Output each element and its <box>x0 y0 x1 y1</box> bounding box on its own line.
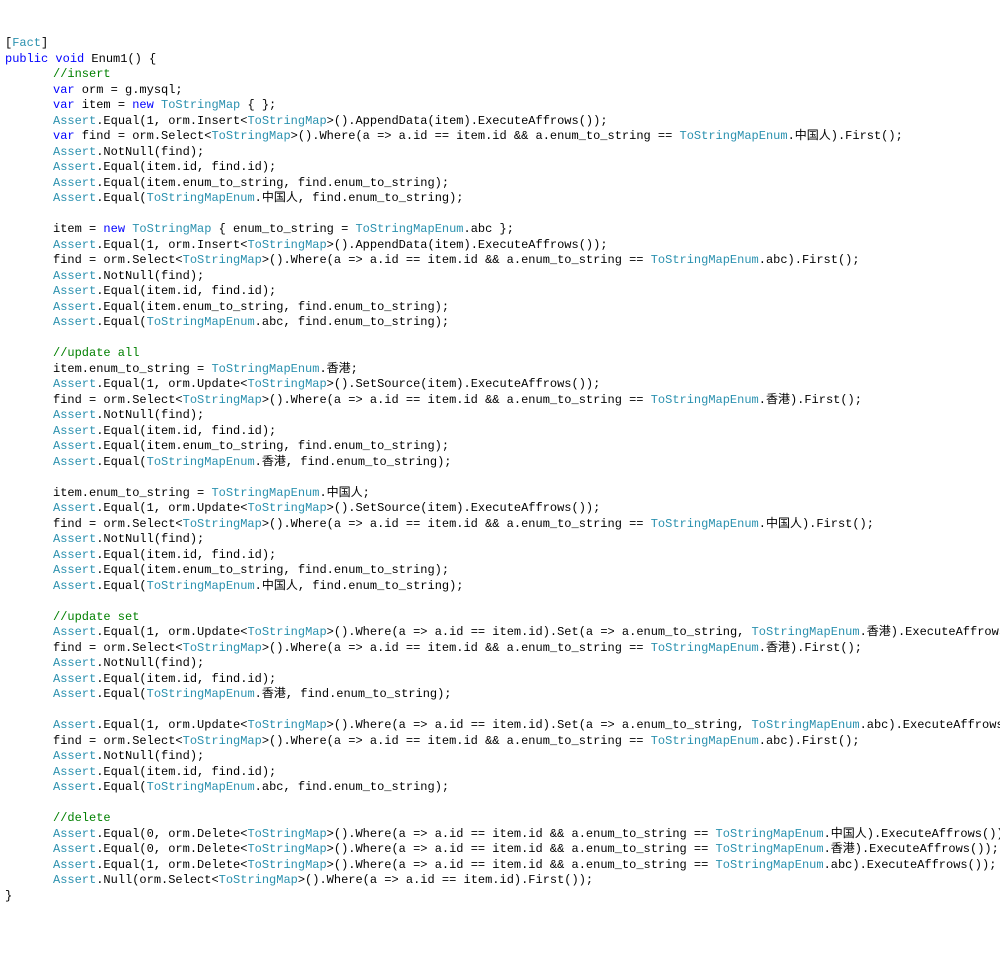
ln: Assert.Equal(item.enum_to_string, find.e… <box>53 563 995 579</box>
cm: //update set <box>53 610 995 626</box>
blank <box>53 796 995 812</box>
ln: var orm = g.mysql; <box>53 83 995 99</box>
ln: Assert.Equal(1, orm.Update<ToStringMap>(… <box>53 377 995 393</box>
blank <box>53 594 995 610</box>
code-block: [Fact]public void Enum1() {//insertvar o… <box>5 36 995 904</box>
ln: Assert.Equal(ToStringMapEnum.香港, find.en… <box>53 687 995 703</box>
cm: //update all <box>53 346 995 362</box>
ln: item.enum_to_string = ToStringMapEnum.香港… <box>53 362 995 378</box>
blank <box>53 703 995 719</box>
blank <box>53 470 995 486</box>
ln: item.enum_to_string = ToStringMapEnum.中国… <box>53 486 995 502</box>
ln: Assert.Equal(item.id, find.id); <box>53 548 995 564</box>
cm: //insert <box>53 67 995 83</box>
ln: Assert.Equal(item.id, find.id); <box>53 672 995 688</box>
ln: Assert.NotNull(find); <box>53 656 995 672</box>
ln: Assert.Equal(0, orm.Delete<ToStringMap>(… <box>53 842 995 858</box>
cm: //delete <box>53 811 995 827</box>
ln: Assert.Equal(item.id, find.id); <box>53 765 995 781</box>
ln: Assert.NotNull(find); <box>53 269 995 285</box>
ln: Assert.Null(orm.Select<ToStringMap>().Wh… <box>53 873 995 889</box>
ln: Assert.Equal(ToStringMapEnum.香港, find.en… <box>53 455 995 471</box>
ln: Assert.Equal(1, orm.Update<ToStringMap>(… <box>53 625 995 641</box>
ln: Assert.NotNull(find); <box>53 145 995 161</box>
ln: item = new ToStringMap { enum_to_string … <box>53 222 995 238</box>
ln: Assert.Equal(item.enum_to_string, find.e… <box>53 176 995 192</box>
ln: Assert.NotNull(find); <box>53 749 995 765</box>
ln: Assert.Equal(ToStringMapEnum.abc, find.e… <box>53 780 995 796</box>
attr: [Fact] <box>5 36 995 52</box>
ln: find = orm.Select<ToStringMap>().Where(a… <box>53 517 995 533</box>
ln: Assert.Equal(1, orm.Delete<ToStringMap>(… <box>53 858 995 874</box>
ln: Assert.Equal(item.id, find.id); <box>53 160 995 176</box>
ln: Assert.Equal(1, orm.Insert<ToStringMap>(… <box>53 238 995 254</box>
ln: find = orm.Select<ToStringMap>().Where(a… <box>53 641 995 657</box>
ln: Assert.Equal(item.id, find.id); <box>53 284 995 300</box>
ln: var find = orm.Select<ToStringMap>().Whe… <box>53 129 995 145</box>
ln: Assert.Equal(item.id, find.id); <box>53 424 995 440</box>
ln: Assert.NotNull(find); <box>53 532 995 548</box>
sig: public void Enum1() { <box>5 52 995 68</box>
ln: Assert.Equal(item.enum_to_string, find.e… <box>53 300 995 316</box>
ln: Assert.Equal(ToStringMapEnum.中国人, find.e… <box>53 579 995 595</box>
ln: find = orm.Select<ToStringMap>().Where(a… <box>53 734 995 750</box>
close: } <box>5 889 995 905</box>
ln: find = orm.Select<ToStringMap>().Where(a… <box>53 393 995 409</box>
ln: find = orm.Select<ToStringMap>().Where(a… <box>53 253 995 269</box>
ln: Assert.Equal(ToStringMapEnum.中国人, find.e… <box>53 191 995 207</box>
ln: var item = new ToStringMap { }; <box>53 98 995 114</box>
ln: Assert.Equal(1, orm.Insert<ToStringMap>(… <box>53 114 995 130</box>
blank <box>53 207 995 223</box>
ln: Assert.Equal(1, orm.Update<ToStringMap>(… <box>53 501 995 517</box>
ln: Assert.Equal(0, orm.Delete<ToStringMap>(… <box>53 827 995 843</box>
ln: Assert.Equal(ToStringMapEnum.abc, find.e… <box>53 315 995 331</box>
ln: Assert.NotNull(find); <box>53 408 995 424</box>
blank <box>53 331 995 347</box>
ln: Assert.Equal(item.enum_to_string, find.e… <box>53 439 995 455</box>
ln: Assert.Equal(1, orm.Update<ToStringMap>(… <box>53 718 995 734</box>
